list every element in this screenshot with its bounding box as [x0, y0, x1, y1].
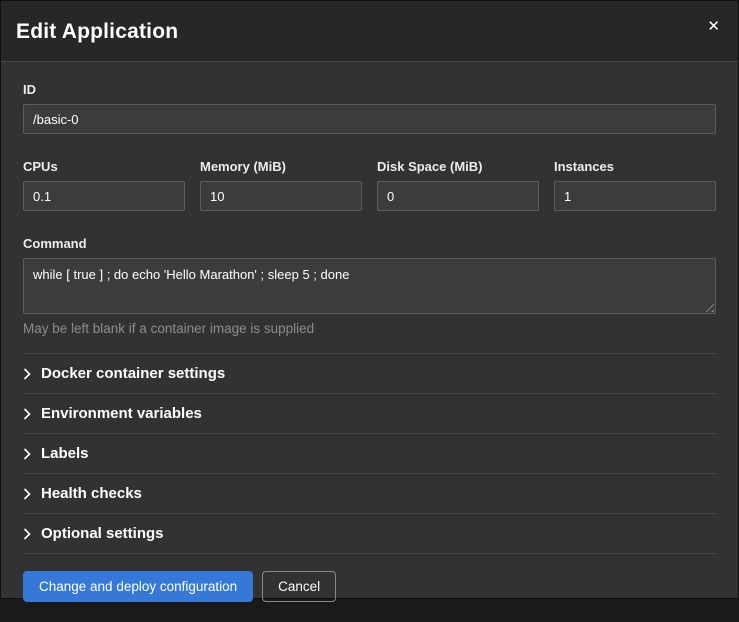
section-label: Optional settings: [41, 525, 164, 542]
memory-input[interactable]: [200, 181, 362, 211]
section-environment-variables[interactable]: Environment variables: [23, 394, 716, 434]
collapsible-sections: Docker container settings Environment va…: [23, 353, 716, 554]
modal-header: Edit Application ✕: [1, 1, 738, 62]
disk-label: Disk Space (MiB): [377, 159, 539, 174]
cpus-label: CPUs: [23, 159, 185, 174]
section-label: Docker container settings: [41, 365, 225, 382]
command-help-text: May be left blank if a container image i…: [23, 321, 716, 336]
chevron-right-icon: [23, 448, 31, 460]
command-field: Command while [ true ] ; do echo 'Hello …: [23, 236, 716, 336]
id-field: ID: [23, 82, 716, 134]
modal-footer: Change and deploy configuration Cancel: [1, 554, 738, 622]
section-labels[interactable]: Labels: [23, 434, 716, 474]
resources-row: CPUs Memory (MiB) Disk Space (MiB) Insta…: [23, 159, 716, 211]
section-label: Health checks: [41, 485, 142, 502]
close-button[interactable]: ✕: [703, 15, 724, 38]
section-health-checks[interactable]: Health checks: [23, 474, 716, 514]
command-label: Command: [23, 236, 716, 251]
instances-field: Instances: [554, 159, 716, 211]
memory-field: Memory (MiB): [200, 159, 362, 211]
modal-title: Edit Application: [16, 20, 716, 44]
instances-label: Instances: [554, 159, 716, 174]
chevron-right-icon: [23, 528, 31, 540]
disk-input[interactable]: [377, 181, 539, 211]
section-optional-settings[interactable]: Optional settings: [23, 514, 716, 554]
cpus-field: CPUs: [23, 159, 185, 211]
change-and-deploy-button[interactable]: Change and deploy configuration: [23, 571, 253, 602]
chevron-right-icon: [23, 368, 31, 380]
instances-input[interactable]: [554, 181, 716, 211]
cpus-input[interactable]: [23, 181, 185, 211]
section-label: Labels: [41, 445, 89, 462]
disk-field: Disk Space (MiB): [377, 159, 539, 211]
id-input[interactable]: [23, 104, 716, 134]
cancel-button[interactable]: Cancel: [262, 571, 336, 602]
chevron-right-icon: [23, 488, 31, 500]
chevron-right-icon: [23, 408, 31, 420]
command-textarea[interactable]: while [ true ] ; do echo 'Hello Marathon…: [23, 258, 716, 314]
modal-body: ID CPUs Memory (MiB) Disk Space (MiB) In…: [1, 62, 738, 554]
memory-label: Memory (MiB): [200, 159, 362, 174]
section-label: Environment variables: [41, 405, 202, 422]
edit-application-modal: Edit Application ✕ ID CPUs Memory (MiB) …: [0, 0, 739, 599]
id-label: ID: [23, 82, 716, 97]
section-docker-container-settings[interactable]: Docker container settings: [23, 354, 716, 394]
close-icon: ✕: [707, 18, 720, 35]
